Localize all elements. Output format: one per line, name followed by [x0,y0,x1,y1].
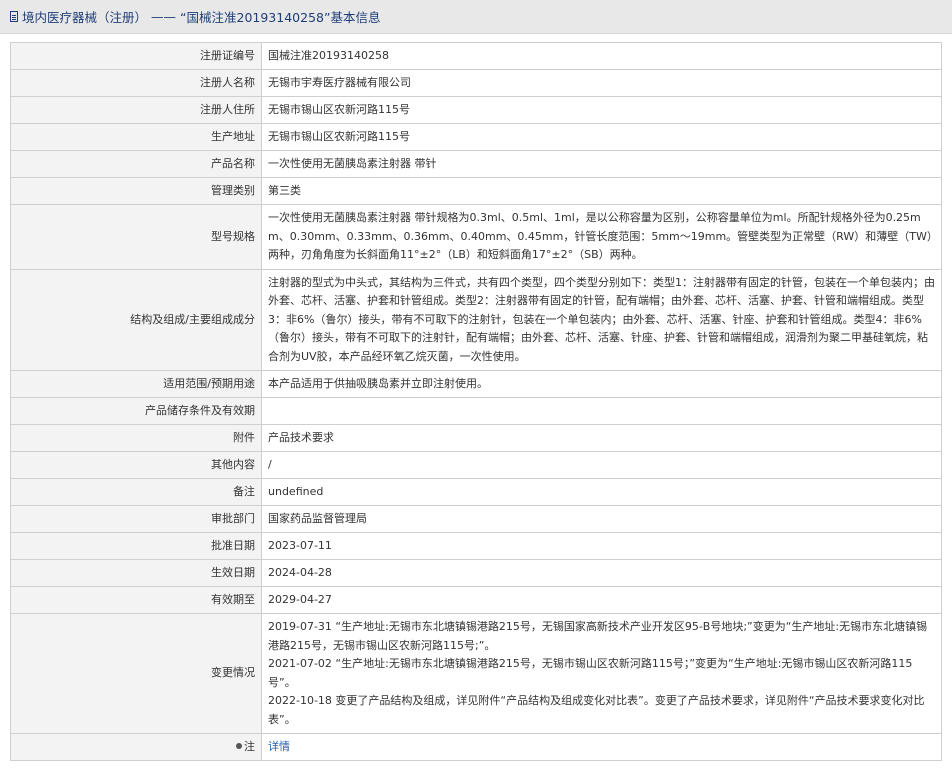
row-value: 注射器的型式为中头式，其结构为三件式，共有四个类型，四个类型分别如下：类型1：注… [261,268,942,371]
row-note: 注 详情 [10,733,942,761]
row-value: 产品技术要求 [261,424,942,452]
row-other-content: 其他内容 / [10,451,942,479]
row-valid-until: 有效期至 2029-04-27 [10,586,942,614]
pin-icon [236,742,242,749]
page-title: “国械注准20193140258”基本信息 [180,10,381,25]
change-entry: 2021-07-02 “生产地址:无锡市东北塘镇锡港路215号，无锡市锡山区农新… [268,657,913,689]
row-label: 注册人名称 [10,69,262,97]
detail-table: 注册证编号 国械注准20193140258 注册人名称 无锡市宇寿医疗器械有限公… [10,42,942,761]
row-attachment: 附件 产品技术要求 [10,424,942,452]
row-approval-department: 审批部门 国家药品监督管理局 [10,505,942,533]
row-value: 无锡市锡山区农新河路115号 [261,123,942,151]
row-value: 第三类 [261,177,942,205]
row-product-name: 产品名称 一次性使用无菌胰岛素注射器 带针 [10,150,942,178]
row-label: 型号规格 [10,204,262,270]
row-value: 一次性使用无菌胰岛素注射器 带针规格为0.3ml、0.5ml、1ml，是以公称容… [261,204,942,270]
row-change-history: 变更情况 2019-07-31 “生产地址:无锡市东北塘镇锡港路215号，无锡国… [10,613,942,734]
row-value: 2023-07-11 [261,532,942,560]
row-value: 一次性使用无菌胰岛素注射器 带针 [261,150,942,178]
details-link[interactable]: 详情 [268,740,290,753]
row-management-category: 管理类别 第三类 [10,177,942,205]
row-value: 2029-04-27 [261,586,942,614]
row-approval-date: 批准日期 2023-07-11 [10,532,942,560]
row-label: 产品名称 [10,150,262,178]
row-label: 管理类别 [10,177,262,205]
row-label: 批准日期 [10,532,262,560]
row-value: 国家药品监督管理局 [261,505,942,533]
row-value: 无锡市宇寿医疗器械有限公司 [261,69,942,97]
row-value: 国械注准20193140258 [261,42,942,70]
row-value: / [261,451,942,479]
row-label: 审批部门 [10,505,262,533]
row-label: 有效期至 [10,586,262,614]
change-history-value: 2019-07-31 “生产地址:无锡市东北塘镇锡港路215号，无锡国家高新技术… [261,613,942,734]
row-label: 生效日期 [10,559,262,587]
row-storage-validity: 产品储存条件及有效期 [10,397,942,425]
row-label: 附件 [10,424,262,452]
row-label: 适用范围/预期用途 [10,370,262,398]
row-model-spec: 型号规格 一次性使用无菌胰岛素注射器 带针规格为0.3ml、0.5ml、1ml，… [10,204,942,270]
header-separator: —— [151,9,177,24]
row-label: 其他内容 [10,451,262,479]
detail-table-container: 注册证编号 国械注准20193140258 注册人名称 无锡市宇寿医疗器械有限公… [0,34,952,761]
row-effective-date: 生效日期 2024-04-28 [10,559,942,587]
row-production-address: 生产地址 无锡市锡山区农新河路115号 [10,123,942,151]
row-label: 变更情况 [10,613,262,734]
row-value: undefined [261,478,942,506]
document-icon [10,11,18,22]
row-remarks: 备注 undefined [10,478,942,506]
row-structure-composition: 结构及组成/主要组成成分 注射器的型式为中头式，其结构为三件式，共有四个类型，四… [10,268,942,371]
row-value: 本产品适用于供抽吸胰岛素并立即注射使用。 [261,370,942,398]
row-value: 2024-04-28 [261,559,942,587]
row-label: 备注 [10,478,262,506]
note-label: 注 [244,739,255,753]
row-label: 结构及组成/主要组成成分 [10,268,262,371]
row-label: 产品储存条件及有效期 [10,397,262,425]
row-value: 无锡市锡山区农新河路115号 [261,96,942,124]
row-value: 详情 [261,733,942,761]
page-header: 境内医疗器械（注册） —— “国械注准20193140258”基本信息 [0,0,952,34]
row-label: 生产地址 [10,123,262,151]
header-category: 境内医疗器械（注册） [22,10,148,25]
row-registrant-address: 注册人住所 无锡市锡山区农新河路115号 [10,96,942,124]
row-label: 注册人住所 [10,96,262,124]
change-entry: 2022-10-18 变更了产品结构及组成，详见附件“产品结构及组成变化对比表”… [268,694,925,726]
row-intended-use: 适用范围/预期用途 本产品适用于供抽吸胰岛素并立即注射使用。 [10,370,942,398]
row-label: 注册证编号 [10,42,262,70]
row-label: 注 [10,733,262,761]
row-registrant-name: 注册人名称 无锡市宇寿医疗器械有限公司 [10,69,942,97]
row-registration-number: 注册证编号 国械注准20193140258 [10,42,942,70]
change-entry: 2019-07-31 “生产地址:无锡市东北塘镇锡港路215号，无锡国家高新技术… [268,620,928,652]
row-value [261,397,942,425]
